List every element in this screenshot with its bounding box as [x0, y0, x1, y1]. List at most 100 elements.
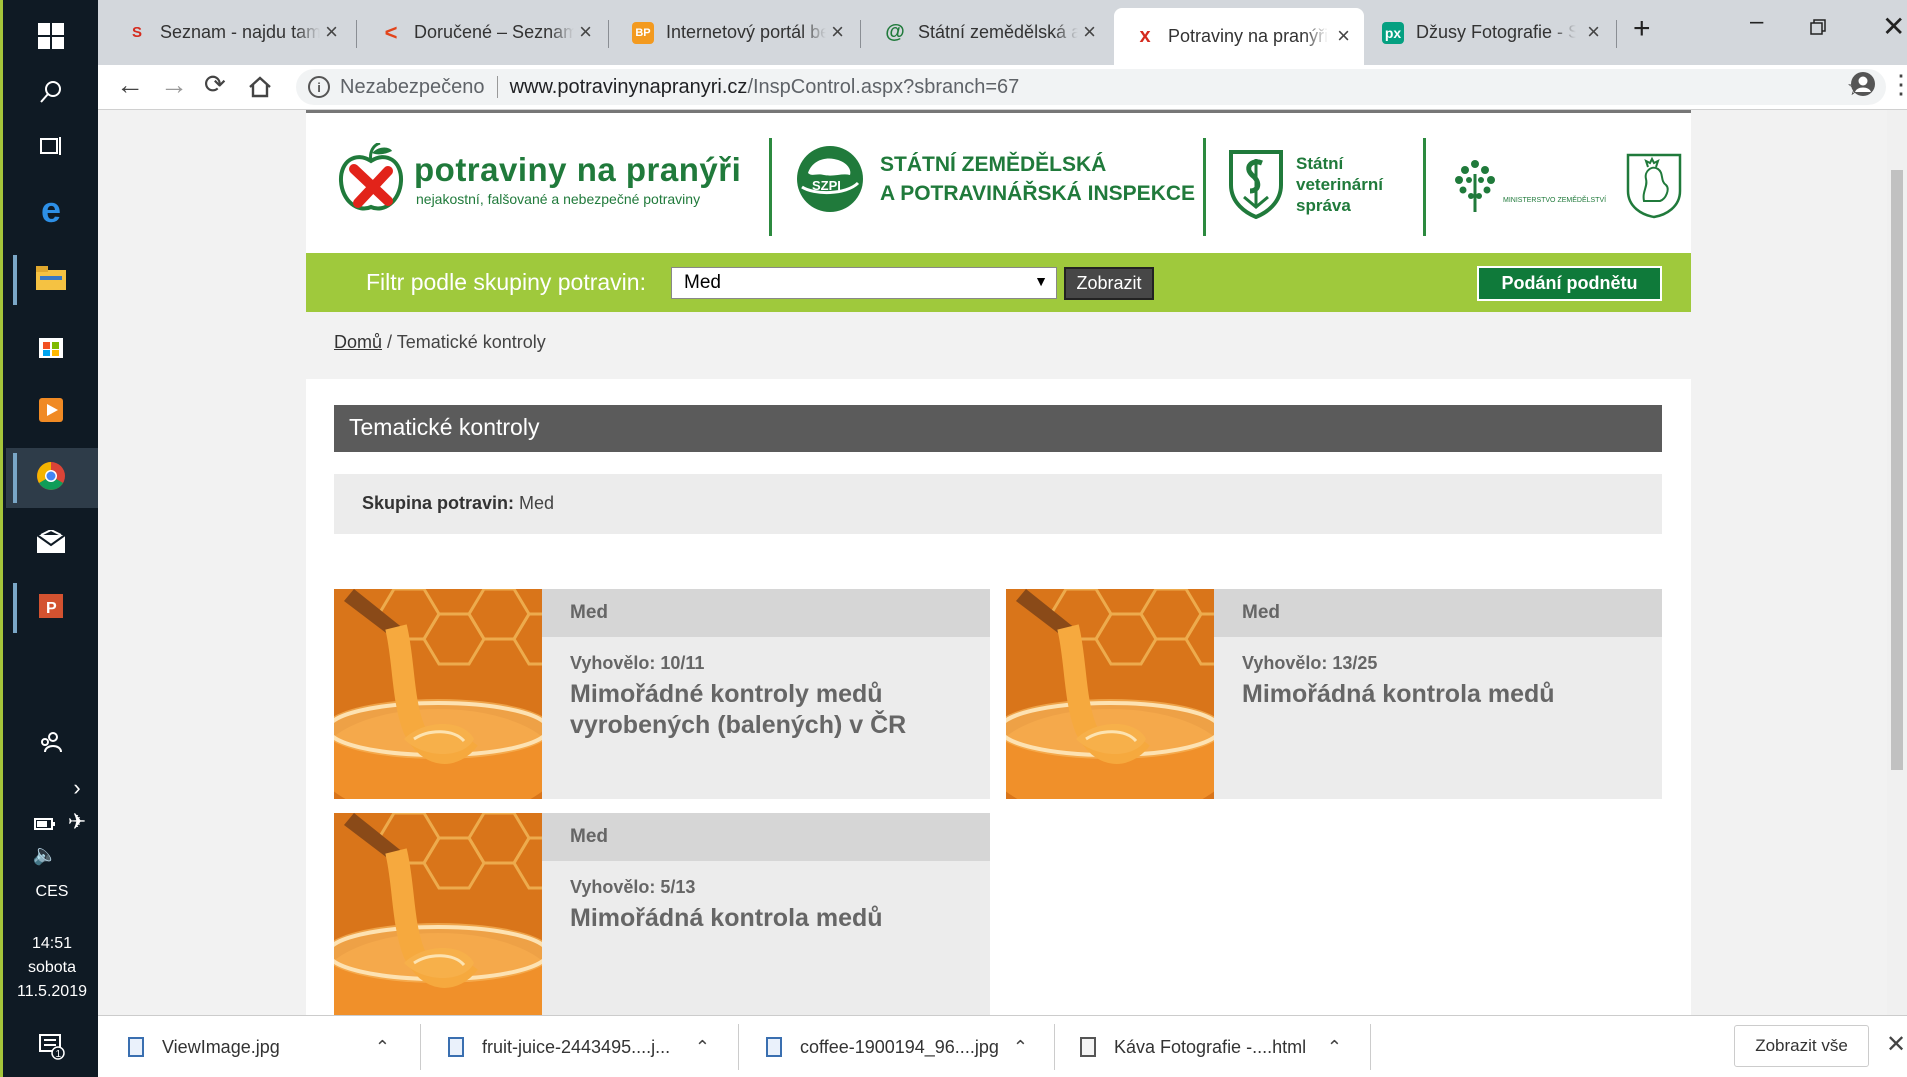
browser-tab-strip: S Seznam - najdu tam, co neznám × < Doru… [98, 0, 1907, 65]
tab-szpi[interactable]: @ Státní zemědělská a potravinářská × [864, 10, 1110, 55]
chevron-up-icon[interactable]: ⌃ [375, 1037, 390, 1058]
filter-label: Filtr podle skupiny potravin: [366, 269, 646, 295]
card-title[interactable]: Mimořádná kontrola medů [570, 903, 970, 934]
breadcrumb-home-link[interactable]: Domů [334, 332, 382, 352]
food-group-select[interactable]: Med ▼ [671, 267, 1057, 299]
chevron-right-icon[interactable]: › [59, 770, 95, 806]
minimize-button[interactable]: – [1750, 8, 1763, 36]
image-file-icon [128, 1037, 144, 1057]
new-tab-button[interactable]: + [1633, 12, 1651, 46]
close-icon[interactable]: × [831, 19, 844, 45]
chrome-icon[interactable] [33, 458, 69, 494]
restore-button[interactable] [1810, 14, 1826, 42]
szpi-name-line2: A POTRAVINÁŘSKÁ INSPEKCE [880, 182, 1196, 205]
powerpoint-icon[interactable]: P [33, 588, 69, 624]
tab-seznam[interactable]: S Seznam - najdu tam, co neznám × [106, 10, 352, 55]
svs-logo[interactable]: Státní veterinární správa [1228, 149, 1383, 219]
page-scrollbar[interactable] [1887, 110, 1907, 1015]
close-window-button[interactable]: ✕ [1882, 10, 1905, 43]
task-view-icon[interactable] [33, 128, 69, 164]
close-icon[interactable]: × [325, 19, 338, 45]
address-bar[interactable]: i Nezabezpečeno www.potravinynapranyri.c… [296, 69, 1886, 105]
clock-time[interactable]: 14:51 [3, 932, 101, 956]
volume-icon[interactable]: 🔈 [27, 836, 63, 872]
ministerstvo-zemedelstvi-logo[interactable]: MINISTERSTVO ZEMĚDĚLSTVÍ [1451, 151, 1684, 219]
tab-title: Doručené – Seznam Email [414, 22, 574, 42]
tree-icon [1455, 160, 1495, 212]
tab-bezpecnost-potravin[interactable]: BP Internetový portál bezpečnosti potrav… [612, 10, 858, 55]
close-icon[interactable]: × [1337, 23, 1350, 49]
info-icon[interactable]: i [308, 76, 330, 98]
download-item[interactable]: coffee-1900194_96....jpg ⌃ [766, 1016, 1028, 1077]
tab-seznam-email[interactable]: < Doručené – Seznam Email × [360, 10, 606, 55]
download-item[interactable]: ViewImage.jpg ⌃ [128, 1016, 390, 1077]
tab-dzusy-fotografie[interactable]: px Džusy Fotografie - Stáhněte × [1368, 10, 1614, 55]
close-icon[interactable]: × [1083, 19, 1096, 45]
card-title[interactable]: Mimořádné kontroly medů vyrobených (bale… [570, 679, 970, 741]
edge-icon[interactable]: e [33, 189, 69, 230]
download-item[interactable]: fruit-juice-2443495....j... ⌃ [448, 1016, 710, 1077]
chevron-up-icon[interactable]: ⌃ [1327, 1037, 1342, 1058]
svs-name-line2: veterinární [1296, 174, 1383, 194]
people-icon[interactable] [33, 724, 69, 760]
security-label[interactable]: Nezabezpečeno [340, 76, 485, 99]
close-icon[interactable]: × [1587, 19, 1600, 45]
notification-count: 1 [56, 1049, 62, 1060]
chevron-up-icon[interactable]: ⌃ [1013, 1037, 1028, 1058]
dropdown-arrow-icon[interactable]: ▼ [1034, 273, 1048, 289]
file-explorer-icon[interactable] [33, 260, 69, 296]
potraviny-na-pranyri-logo[interactable]: potraviny na pranýři nejakostní, falšova… [336, 141, 741, 215]
card-score: Vyhovělo: 10/11 [570, 653, 705, 673]
svs-shield-icon [1229, 150, 1283, 219]
search-icon[interactable] [33, 74, 69, 110]
food-group-value: Med [519, 493, 555, 513]
breadcrumb-separator: / [382, 332, 397, 352]
control-card[interactable]: Med Vyhovělo: 13/25 Mimořádná kontrola m… [1006, 589, 1662, 799]
clock-day: sobota [27, 959, 77, 976]
submit-complaint-button[interactable]: Podání podnětu [1477, 266, 1662, 301]
profile-avatar-icon[interactable] [1850, 71, 1876, 104]
back-arrow-icon[interactable]: ← [116, 69, 144, 101]
card-title[interactable]: Mimořádná kontrola medů [1242, 679, 1642, 710]
control-card[interactable]: Med Vyhovělo: 5/13 Mimořádná kontrola me… [334, 813, 990, 1015]
download-item[interactable]: Káva Fotografie -....html ⌃ [1080, 1016, 1342, 1077]
close-icon[interactable]: × [579, 19, 592, 45]
tab-title: Státní zemědělská a potravinářská [918, 22, 1078, 42]
action-center-icon[interactable]: 1 [33, 1028, 69, 1064]
scrollbar-thumb[interactable] [1891, 170, 1903, 770]
svs-name-line3: správa [1296, 195, 1351, 215]
show-all-downloads-button[interactable]: Zobrazit vše [1734, 1025, 1869, 1067]
tab-title: Džusy Fotografie - Stáhněte [1416, 22, 1576, 42]
honey-photo[interactable] [334, 589, 542, 799]
forward-arrow-icon[interactable]: → [160, 69, 188, 101]
close-icon[interactable]: ✕ [1886, 1030, 1906, 1059]
airplane-mode-icon[interactable]: ✈ [59, 804, 95, 840]
keyboard-language[interactable]: CES [3, 880, 101, 904]
apple-x-logo-icon [336, 141, 406, 215]
windows-start-icon[interactable] [33, 18, 69, 54]
browser-toolbar: ← → ⟳ i Nezabezpečeno www.potravinynapra… [98, 65, 1907, 110]
honey-photo[interactable] [1006, 589, 1214, 799]
store-icon[interactable] [33, 326, 69, 362]
reload-icon[interactable]: ⟳ [204, 69, 226, 100]
honey-photo[interactable] [334, 813, 542, 1015]
tab-title: Seznam - najdu tam, co neznám [160, 22, 320, 42]
mail-icon[interactable] [33, 524, 69, 560]
szpi-logo[interactable]: SZPI STÁTNÍ ZEMĚDĚLSKÁ A POTRAVINÁŘSKÁ I… [794, 143, 1195, 215]
windows-taskbar: e P › ✈ 🔈 CES 14:51 sobota 11.5.2019 1 [0, 0, 101, 1077]
control-card[interactable]: Med Vyhovělo: 10/11 Mimořádné kontroly m… [334, 589, 990, 799]
tab-potraviny-na-pranyri[interactable]: x Potraviny na pranýři | Tematické × [1114, 8, 1364, 65]
url-path: /InspControl.aspx?sbranch=67 [747, 75, 1020, 98]
show-button[interactable]: Zobrazit [1064, 267, 1154, 300]
home-icon[interactable] [248, 69, 272, 106]
szpi-badge: SZPI [812, 178, 841, 193]
media-player-icon[interactable] [33, 392, 69, 428]
menu-kebab-icon[interactable]: ⋮ [1888, 69, 1907, 100]
email-favicon-icon: < [384, 19, 398, 45]
chevron-up-icon[interactable]: ⌃ [695, 1037, 710, 1058]
szpi-name-line1: STÁTNÍ ZEMĚDĚLSKÁ [880, 153, 1107, 176]
szpi-emblem-icon: SZPI [797, 146, 863, 212]
web-page: potraviny na pranýři nejakostní, falšova… [98, 110, 1907, 1015]
url-host: www.potravinynapranyri.cz [509, 75, 748, 98]
brand-subtitle: nejakostní, falšované a nebezpečné potra… [416, 191, 701, 207]
